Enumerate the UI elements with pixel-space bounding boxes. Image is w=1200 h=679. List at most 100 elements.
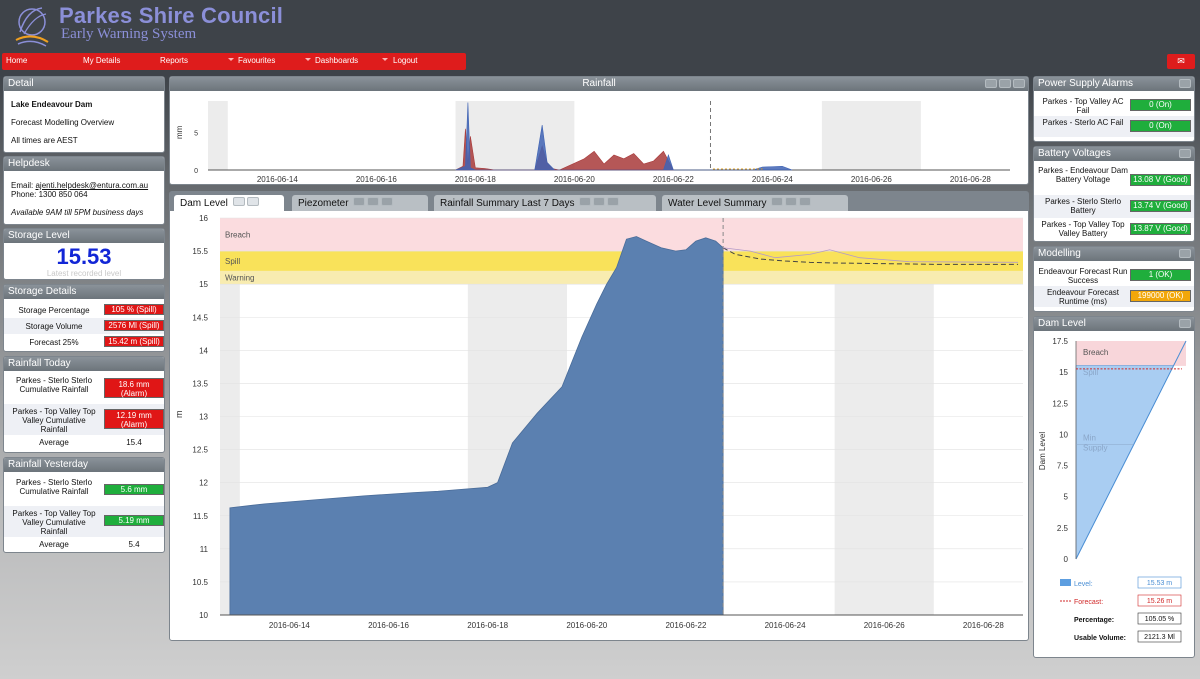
y-tick-label: 0 <box>194 168 198 175</box>
y-axis-label: Dam Level <box>1038 432 1047 470</box>
row-label: Forecast 25% <box>29 338 79 347</box>
email-link[interactable]: ajenti.helpdesk@entura.com.au <box>35 181 148 190</box>
x-tick-label: 2016-06-16 <box>356 175 397 184</box>
spill-label: Spill <box>1083 368 1098 377</box>
alarm-row: Parkes - Sterlo AC Fail 0 (On) <box>1034 116 1194 137</box>
y-tick-label: 12.5 <box>192 446 208 455</box>
refresh-icon[interactable] <box>607 197 620 206</box>
refresh-icon[interactable] <box>246 197 259 206</box>
nav-favourites[interactable]: Favourites <box>238 56 275 65</box>
storage-row: Storage Volume 2576 Ml (Spill) <box>4 318 164 334</box>
row-label: Endeavour Forecast Run Success <box>1038 267 1128 285</box>
x-tick-label: 2016-06-28 <box>963 621 1004 630</box>
export-icon[interactable] <box>771 197 784 206</box>
storage-level-value: 15.53 <box>56 244 112 269</box>
panel-title: Detail <box>4 77 164 91</box>
nav-dashboards[interactable]: Dashboards <box>315 56 358 65</box>
helpdesk-phone: Phone: 1300 850 064 <box>11 190 88 199</box>
legend-value: 2121.3 Ml <box>1144 634 1175 641</box>
print-icon[interactable] <box>785 197 798 206</box>
print-icon[interactable] <box>367 197 380 206</box>
row-label: Storage Percentage <box>18 306 90 315</box>
mail-button[interactable]: ✉ <box>1167 54 1195 69</box>
y-axis-label: mm <box>175 125 184 139</box>
nav-reports[interactable]: Reports <box>160 56 188 65</box>
panel-title-text: Dam Level <box>1038 318 1086 329</box>
rainfall-row: Parkes - Sterlo Sterlo Cumulative Rainfa… <box>4 373 164 404</box>
x-tick-label: 2016-06-18 <box>455 175 496 184</box>
tab-dam-level[interactable]: Dam Level <box>174 195 284 211</box>
detail-line: Forecast Modelling Overview <box>11 118 115 127</box>
rainfall-chart-title: Rainfall <box>582 78 616 89</box>
status-badge: 18.6 mm (Alarm) <box>104 378 164 398</box>
row-label: Parkes - Top Valley Top Valley Cumulativ… <box>12 509 96 536</box>
x-tick-label: 2016-06-24 <box>765 621 806 630</box>
rainfall-row: Parkes - Top Valley Top Valley Cumulativ… <box>4 404 164 435</box>
chevron-down-icon <box>228 58 234 61</box>
nav-logout[interactable]: Logout <box>393 56 417 65</box>
row-label: Parkes - Top Valley Top Valley Cumulativ… <box>12 407 96 434</box>
refresh-icon[interactable] <box>1179 149 1191 158</box>
row-label: Average <box>39 540 69 549</box>
status-badge: 5.19 mm <box>104 515 164 526</box>
modelling-row: Endeavour Forecast Run Success 1 (OK) <box>1034 265 1194 286</box>
storage-row: Forecast 25% 15.42 m (Spill) <box>4 334 164 350</box>
detail-line: All times are AEST <box>11 136 78 145</box>
battery-row: Parkes - Top Valley Top Valley Battery 1… <box>1034 218 1194 240</box>
refresh-icon[interactable] <box>381 197 394 206</box>
row-label: Parkes - Sterlo AC Fail <box>1042 118 1124 127</box>
legend-value: 105.05 % <box>1145 616 1175 623</box>
y-tick-label: 10.5 <box>192 578 208 587</box>
y-axis-label: m <box>174 411 184 419</box>
export-icon[interactable] <box>353 197 366 206</box>
y-tick-label: 14.5 <box>192 313 208 322</box>
mail-icon: ✉ <box>1177 56 1185 66</box>
tab-label: Dam Level <box>180 198 228 209</box>
export-icon[interactable] <box>985 79 997 88</box>
storage-level-caption: Latest recorded level <box>46 269 122 278</box>
y-tick-label: 11 <box>200 545 209 554</box>
refresh-icon[interactable] <box>1179 79 1191 88</box>
tab-piezometer[interactable]: Piezometer <box>292 195 428 211</box>
x-tick-label: 2016-06-22 <box>665 621 706 630</box>
panel-title: Dam Level <box>1034 317 1194 331</box>
row-label: Parkes - Top Valley Top Valley Battery <box>1041 220 1125 238</box>
x-tick-label: 2016-06-24 <box>752 175 793 184</box>
chevron-down-icon <box>382 58 388 61</box>
x-tick-label: 2016-06-14 <box>257 175 298 184</box>
refresh-icon[interactable] <box>1013 79 1025 88</box>
y-tick-label: 15.5 <box>192 247 208 256</box>
breach-zone <box>220 218 1023 252</box>
chevron-down-icon <box>305 58 311 61</box>
x-tick-label: 2016-06-26 <box>851 175 892 184</box>
x-tick-label: 2016-06-18 <box>467 621 508 630</box>
refresh-icon[interactable] <box>799 197 812 206</box>
site-name: Lake Endeavour Dam <box>11 100 93 109</box>
helpdesk-hours: Available 9AM till 5PM business days <box>11 208 144 217</box>
nav-home[interactable]: Home <box>6 56 27 65</box>
dam-level-tabs-panel: Dam Level Piezometer Rainfall Summary La… <box>169 191 1029 641</box>
legend-label: Percentage: <box>1074 617 1114 624</box>
y-tick-label: 13 <box>199 413 208 422</box>
shaded-band <box>821 101 921 170</box>
power-alarms-panel: Power Supply Alarms Parkes - Top Valley … <box>1033 76 1195 142</box>
print-icon[interactable] <box>593 197 606 206</box>
tab-water-level-summary[interactable]: Water Level Summary <box>662 195 848 211</box>
x-tick-label: 2016-06-20 <box>554 175 595 184</box>
panel-title: Storage Level <box>4 229 164 243</box>
row-label: Storage Volume <box>25 322 83 331</box>
tab-rainfall-summary[interactable]: Rainfall Summary Last 7 Days <box>434 195 656 211</box>
refresh-icon[interactable] <box>1179 319 1191 328</box>
y-tick-label: 0 <box>1064 555 1069 564</box>
row-label: Parkes - Endeavour Dam Battery Voltage <box>1038 166 1128 184</box>
nav-my-details[interactable]: My Details <box>83 56 120 65</box>
export-icon[interactable] <box>232 197 245 206</box>
row-label: Parkes - Sterlo Sterlo Cumulative Rainfa… <box>15 478 93 496</box>
export-icon[interactable] <box>579 197 592 206</box>
status-badge: 13.74 V (Good) <box>1130 200 1191 212</box>
warning-zone-label: Warning <box>225 274 255 283</box>
refresh-icon[interactable] <box>1179 249 1191 258</box>
y-tick-label: 11.5 <box>193 512 209 521</box>
rainfall-yesterday-panel: Rainfall Yesterday Parkes - Sterlo Sterl… <box>3 457 165 553</box>
print-icon[interactable] <box>999 79 1011 88</box>
